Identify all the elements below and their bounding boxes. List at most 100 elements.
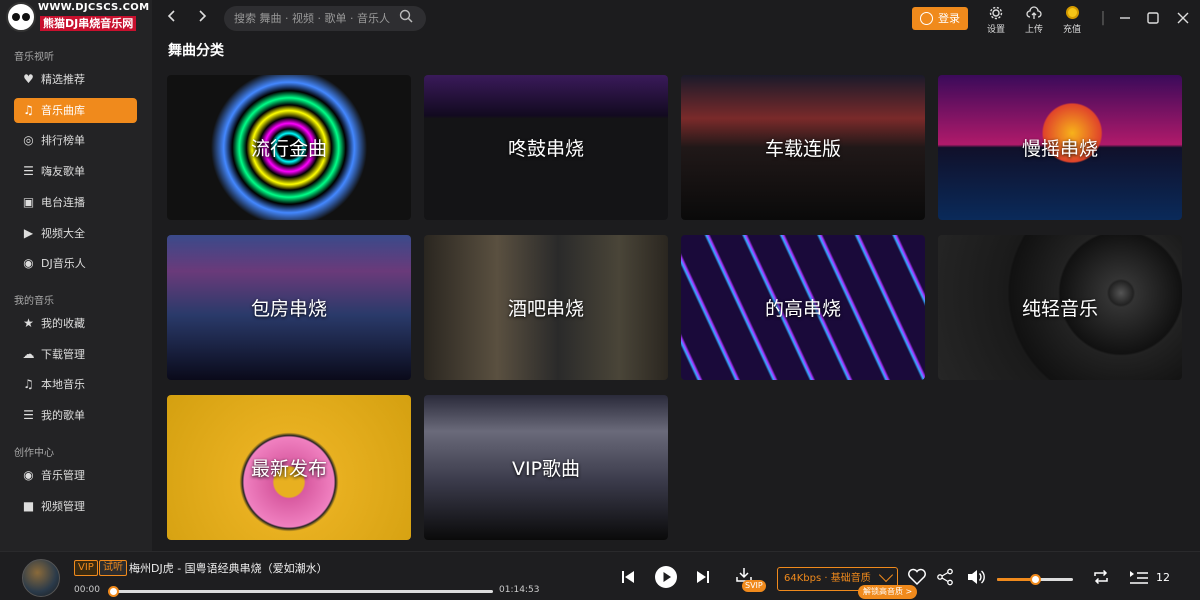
duration: 01:14:53 [499,585,540,595]
upload-button[interactable]: 上传 [1019,6,1049,35]
sidebar-item-1-2[interactable]: ♫ 本地音乐 [14,372,137,397]
category-card[interactable]: 慢摇串烧 [938,75,1182,220]
music-note-icon: ♫ [23,102,34,117]
search-icon[interactable] [399,9,413,23]
category-card[interactable]: 包房串烧 [167,235,411,380]
music-note-icon: ♫ [23,377,34,392]
vip-tag: VIP [74,560,98,576]
category-label: 纯轻音乐 [1021,298,1098,320]
next-icon [697,571,709,583]
current-time: 00:00 [74,585,100,595]
search-input[interactable] [224,6,426,31]
category-label: 酒吧串烧 [507,298,584,320]
sidebar-item-label: 音乐曲库 [41,103,85,117]
progress-knob[interactable] [108,586,119,597]
category-label: 流行金曲 [250,138,327,160]
page-title: 舞曲分类 [168,43,224,59]
category-card[interactable]: 流行金曲 [167,75,411,220]
panda-logo-icon [6,2,36,32]
sidebar-item-label: 嗨友歌单 [41,165,85,179]
previous-button[interactable] [620,569,636,589]
playlist-icon: ☰ [23,164,34,179]
video-icon: ▶ [23,225,34,240]
category-label: 慢摇串烧 [1021,138,1098,160]
volume-slider[interactable] [997,574,1073,585]
share-icon [937,568,953,586]
logo-url: WWW.DJCSCS.COM [38,2,150,13]
repeat-icon [1094,569,1108,585]
quality-label: 64Kbps · 基础音质 [784,573,871,584]
queue-icon [1130,571,1148,584]
sidebar-item-label: 视频管理 [41,499,85,513]
sidebar-item-label: 精选推荐 [41,73,85,86]
login-label: 登录 [938,12,960,25]
sidebar-item-1-1[interactable]: ☁ 下载管理 [14,342,137,367]
previous-icon [622,571,634,583]
heart-diamond-icon: ♥ [23,72,34,86]
maximize-icon [1147,12,1159,24]
category-label: 包房串烧 [250,298,327,320]
sidebar-item-label: 我的歌单 [41,409,85,423]
category-card[interactable]: 最新发布 [167,395,411,540]
minimize-button[interactable] [1117,10,1133,26]
cloud-download-icon: ☁ [22,346,35,361]
volume-icon [968,570,985,584]
sidebar-item-1-0[interactable]: ★ 我的收藏 [14,311,137,336]
share-button[interactable] [936,568,954,590]
svip-badge: SVIP [742,580,766,592]
logo-name: 熊猫DJ串烧音乐网 [40,16,137,31]
category-card[interactable]: 的高串烧 [681,235,925,380]
favorite-button[interactable] [907,568,927,590]
trial-tag: 试听 [99,560,127,576]
sidebar-item-1-3[interactable]: ☰ 我的歌单 [14,403,137,428]
play-button[interactable] [654,565,678,593]
sidebar-item-label: DJ音乐人 [41,257,86,271]
app-logo[interactable]: WWW.DJCSCS.COM 熊猫DJ串烧音乐网 [6,2,150,34]
category-card[interactable]: 车载连版 [681,75,925,220]
sidebar-section-title: 我的音乐 [14,296,54,307]
next-button[interactable] [695,569,711,589]
sidebar-item-label: 本地音乐 [41,378,85,392]
category-card[interactable]: 酒吧串烧 [424,235,668,380]
sidebar-item-0-4[interactable]: ▣ 电台连播 [14,190,137,215]
sidebar-item-0-1[interactable]: ♫ 音乐曲库 [14,97,137,123]
forward-button[interactable] [194,8,210,28]
song-title[interactable]: 梅州DJ虎 - 国粤语经典串烧（爱如潮水） [129,560,328,576]
disc-icon: ◉ [23,468,34,482]
back-button[interactable] [164,8,180,28]
settings-button[interactable]: 设置 [981,6,1011,35]
turntable-icon: ◉ [23,256,34,271]
recharge-button[interactable]: 充值 [1057,6,1087,35]
sidebar-item-2-1[interactable]: ■ 视频管理 [14,494,137,519]
sidebar-item-0-3[interactable]: ☰ 嗨友歌单 [14,159,137,184]
playlist-button[interactable] [1128,569,1150,589]
category-card[interactable]: 咚鼓串烧 [424,75,668,220]
sidebar-item-0-0[interactable]: ♥ 精选推荐 [14,67,137,92]
gear-icon [989,6,1003,20]
login-button[interactable]: 登录 [912,7,968,30]
category-label: VIP歌曲 [511,458,581,480]
repeat-button[interactable] [1092,569,1110,589]
sidebar-item-0-6[interactable]: ◉ DJ音乐人 [14,251,137,276]
sidebar-item-label: 下载管理 [41,347,85,361]
category-label: 最新发布 [250,458,327,480]
upload-label: 上传 [1024,25,1043,35]
sidebar-item-2-0[interactable]: ◉ 音乐管理 [14,463,137,488]
volume-knob[interactable] [1030,574,1041,585]
settings-label: 设置 [986,25,1005,35]
minimize-icon [1120,17,1130,19]
sidebar-item-0-2[interactable]: ◎ 排行榜单 [14,128,137,153]
album-cover[interactable] [22,559,60,597]
heart-icon [908,568,926,586]
close-button[interactable] [1175,10,1191,26]
volume-button[interactable] [966,568,986,590]
maximize-button[interactable] [1145,10,1161,26]
close-icon [1177,12,1189,24]
upload-cloud-icon [1026,6,1042,19]
sidebar-item-0-5[interactable]: ▶ 视频大全 [14,221,137,246]
progress-bar[interactable] [108,586,493,597]
category-label: 咚鼓串烧 [507,138,584,160]
category-card[interactable]: VIP歌曲 [424,395,668,540]
category-card[interactable]: 纯轻音乐 [938,235,1182,380]
recharge-label: 充值 [1062,25,1081,35]
